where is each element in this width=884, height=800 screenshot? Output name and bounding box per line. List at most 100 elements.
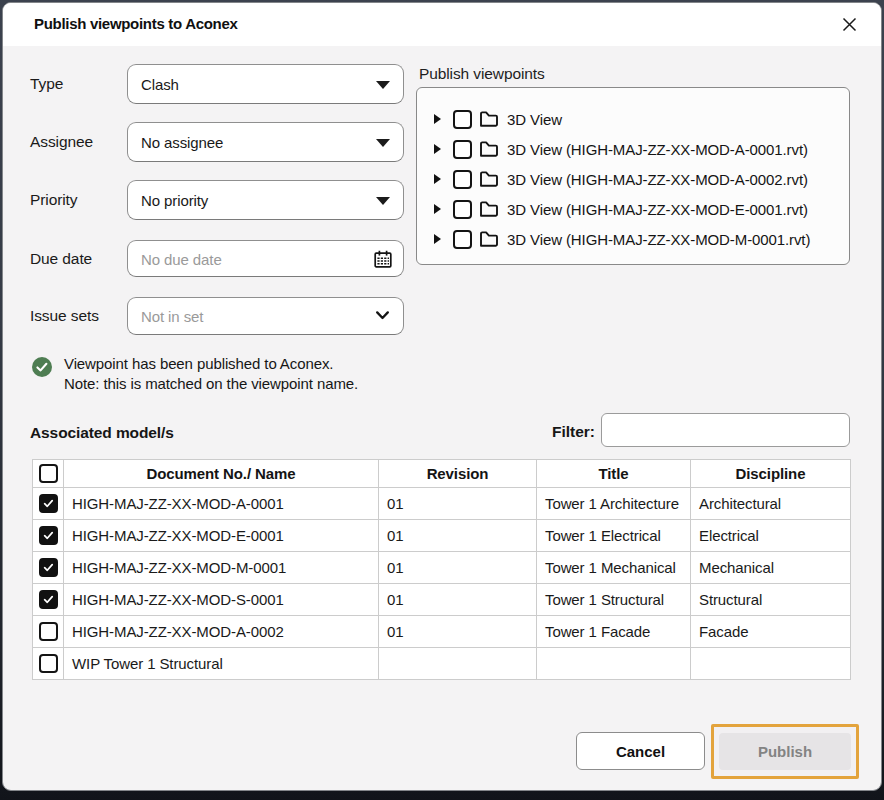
associated-models-label: Associated model/s	[30, 424, 174, 442]
publish-viewpoints-label: Publish viewpoints	[419, 65, 545, 83]
select-all-checkbox[interactable]	[39, 464, 58, 483]
model-row: HIGH-MAJ-ZZ-XX-MOD-A-000201Tower 1 Facad…	[33, 616, 851, 648]
status-note: Viewpoint has been published to Aconex. …	[64, 354, 358, 393]
model-checkbox[interactable]	[39, 590, 58, 609]
assignee-value: No assignee	[141, 134, 223, 151]
model-check-cell	[33, 488, 64, 520]
model-cell: Facade	[691, 616, 851, 648]
model-cell: 01	[379, 520, 537, 552]
viewpoint-tree-row: 3D View (HIGH-MAJ-ZZ-XX-MOD-A-0001.rvt)	[417, 134, 849, 164]
model-cell: HIGH-MAJ-ZZ-XX-MOD-A-0002	[64, 616, 379, 648]
folder-icon	[479, 110, 499, 128]
viewpoints-tree: 3D View 3D View (HIGH-MAJ-ZZ-XX-MOD-A-000…	[416, 87, 850, 265]
viewpoint-checkbox[interactable]	[453, 170, 472, 189]
model-cell: Mechanical	[691, 552, 851, 584]
checkmark-icon	[41, 528, 56, 543]
model-cell: WIP Tower 1 Structural	[64, 648, 379, 680]
tree-expander-icon[interactable]	[434, 234, 441, 244]
model-checkbox[interactable]	[39, 622, 58, 641]
screen: { "dialog": { "title": "Publish viewpoin…	[0, 0, 884, 800]
model-cell: Electrical	[691, 520, 851, 552]
model-cell	[379, 648, 537, 680]
tree-expander-icon[interactable]	[434, 144, 441, 154]
model-cell: Tower 1 Mechanical	[537, 552, 691, 584]
model-checkbox[interactable]	[39, 526, 58, 545]
model-cell: HIGH-MAJ-ZZ-XX-MOD-E-0001	[64, 520, 379, 552]
type-value: Clash	[141, 76, 179, 93]
model-cell: Tower 1 Structural	[537, 584, 691, 616]
checkmark-icon	[41, 560, 56, 575]
viewpoint-checkbox[interactable]	[453, 110, 472, 129]
model-cell: HIGH-MAJ-ZZ-XX-MOD-M-0001	[64, 552, 379, 584]
column-header-discipline: Discipline	[691, 460, 851, 488]
field-label-due-date: Due date	[30, 249, 92, 269]
publish-viewpoints-dialog: Publish viewpoints to Aconex TypeClashAs…	[2, 2, 882, 791]
models-header-check-cell	[33, 460, 64, 488]
tree-expander-icon[interactable]	[434, 204, 441, 214]
model-checkbox[interactable]	[39, 494, 58, 513]
model-check-cell	[33, 648, 64, 680]
publish-focus-ring: Publish	[711, 724, 859, 779]
model-cell: 01	[379, 584, 537, 616]
tree-expander-icon[interactable]	[434, 114, 441, 124]
viewpoint-label: 3D View	[507, 111, 562, 128]
model-row: HIGH-MAJ-ZZ-XX-MOD-M-000101Tower 1 Mecha…	[33, 552, 851, 584]
issue-sets-value: Not in set	[141, 308, 203, 325]
filter-label: Filter:	[473, 423, 595, 441]
models-table: Document No./ NameRevisionTitleDisciplin…	[32, 459, 851, 680]
viewpoint-tree-row: 3D View (HIGH-MAJ-ZZ-XX-MOD-M-0001.rvt)	[417, 224, 849, 254]
due-date-field[interactable]: No due date	[127, 240, 404, 277]
model-row: HIGH-MAJ-ZZ-XX-MOD-S-000101Tower 1 Struc…	[33, 584, 851, 616]
field-label-priority: Priority	[30, 190, 77, 210]
models-table-header-row: Document No./ NameRevisionTitleDisciplin…	[33, 460, 851, 488]
model-cell: 01	[379, 552, 537, 584]
assignee-dropdown[interactable]: No assignee	[127, 122, 404, 162]
close-icon	[842, 17, 857, 32]
dropdown-arrow-icon	[376, 81, 390, 89]
dialog-title: Publish viewpoints to Aconex	[34, 15, 238, 32]
filter-input[interactable]	[601, 413, 850, 447]
column-header-revision: Revision	[379, 460, 537, 488]
model-cell: HIGH-MAJ-ZZ-XX-MOD-S-0001	[64, 584, 379, 616]
viewpoint-tree-row: 3D View (HIGH-MAJ-ZZ-XX-MOD-A-0002.rvt)	[417, 164, 849, 194]
model-check-cell	[33, 616, 64, 648]
due-date-value: No due date	[141, 250, 222, 267]
model-row: HIGH-MAJ-ZZ-XX-MOD-E-000101Tower 1 Elect…	[33, 520, 851, 552]
column-header-title: Title	[537, 460, 691, 488]
type-dropdown[interactable]: Clash	[127, 64, 404, 104]
close-button[interactable]	[834, 9, 864, 39]
folder-icon	[479, 200, 499, 218]
model-cell: 01	[379, 616, 537, 648]
published-status-icon	[32, 357, 52, 377]
viewpoint-checkbox[interactable]	[453, 230, 472, 249]
priority-value: No priority	[141, 192, 208, 209]
viewpoint-label: 3D View (HIGH-MAJ-ZZ-XX-MOD-A-0001.rvt)	[507, 141, 808, 158]
field-label-assignee: Assignee	[30, 132, 93, 152]
dropdown-arrow-icon	[376, 139, 390, 147]
status-line1: Viewpoint has been published to Aconex.	[64, 354, 358, 374]
issue-sets-dropdown[interactable]: Not in set	[127, 297, 404, 335]
titlebar: Publish viewpoints to Aconex	[3, 3, 881, 46]
viewpoint-checkbox[interactable]	[453, 140, 472, 159]
model-cell: 01	[379, 488, 537, 520]
model-check-cell	[33, 584, 64, 616]
viewpoint-checkbox[interactable]	[453, 200, 472, 219]
dropdown-arrow-icon	[376, 197, 390, 205]
model-cell: Tower 1 Facade	[537, 616, 691, 648]
viewpoint-tree-row: 3D View	[417, 104, 849, 134]
checkmark-icon	[41, 496, 56, 511]
publish-button[interactable]: Publish	[719, 733, 851, 770]
tree-expander-icon[interactable]	[434, 174, 441, 184]
column-header-document-no-name: Document No./ Name	[64, 460, 379, 488]
cancel-button[interactable]: Cancel	[576, 732, 705, 770]
field-label-issue-sets: Issue sets	[30, 306, 99, 326]
model-checkbox[interactable]	[39, 654, 58, 673]
model-cell: Tower 1 Electrical	[537, 520, 691, 552]
viewpoint-label: 3D View (HIGH-MAJ-ZZ-XX-MOD-A-0002.rvt)	[507, 171, 808, 188]
model-cell: Structural	[691, 584, 851, 616]
priority-dropdown[interactable]: No priority	[127, 180, 404, 220]
chevron-down-icon	[376, 311, 389, 320]
calendar-icon	[374, 250, 392, 268]
checkmark-icon	[41, 592, 56, 607]
model-checkbox[interactable]	[39, 558, 58, 577]
